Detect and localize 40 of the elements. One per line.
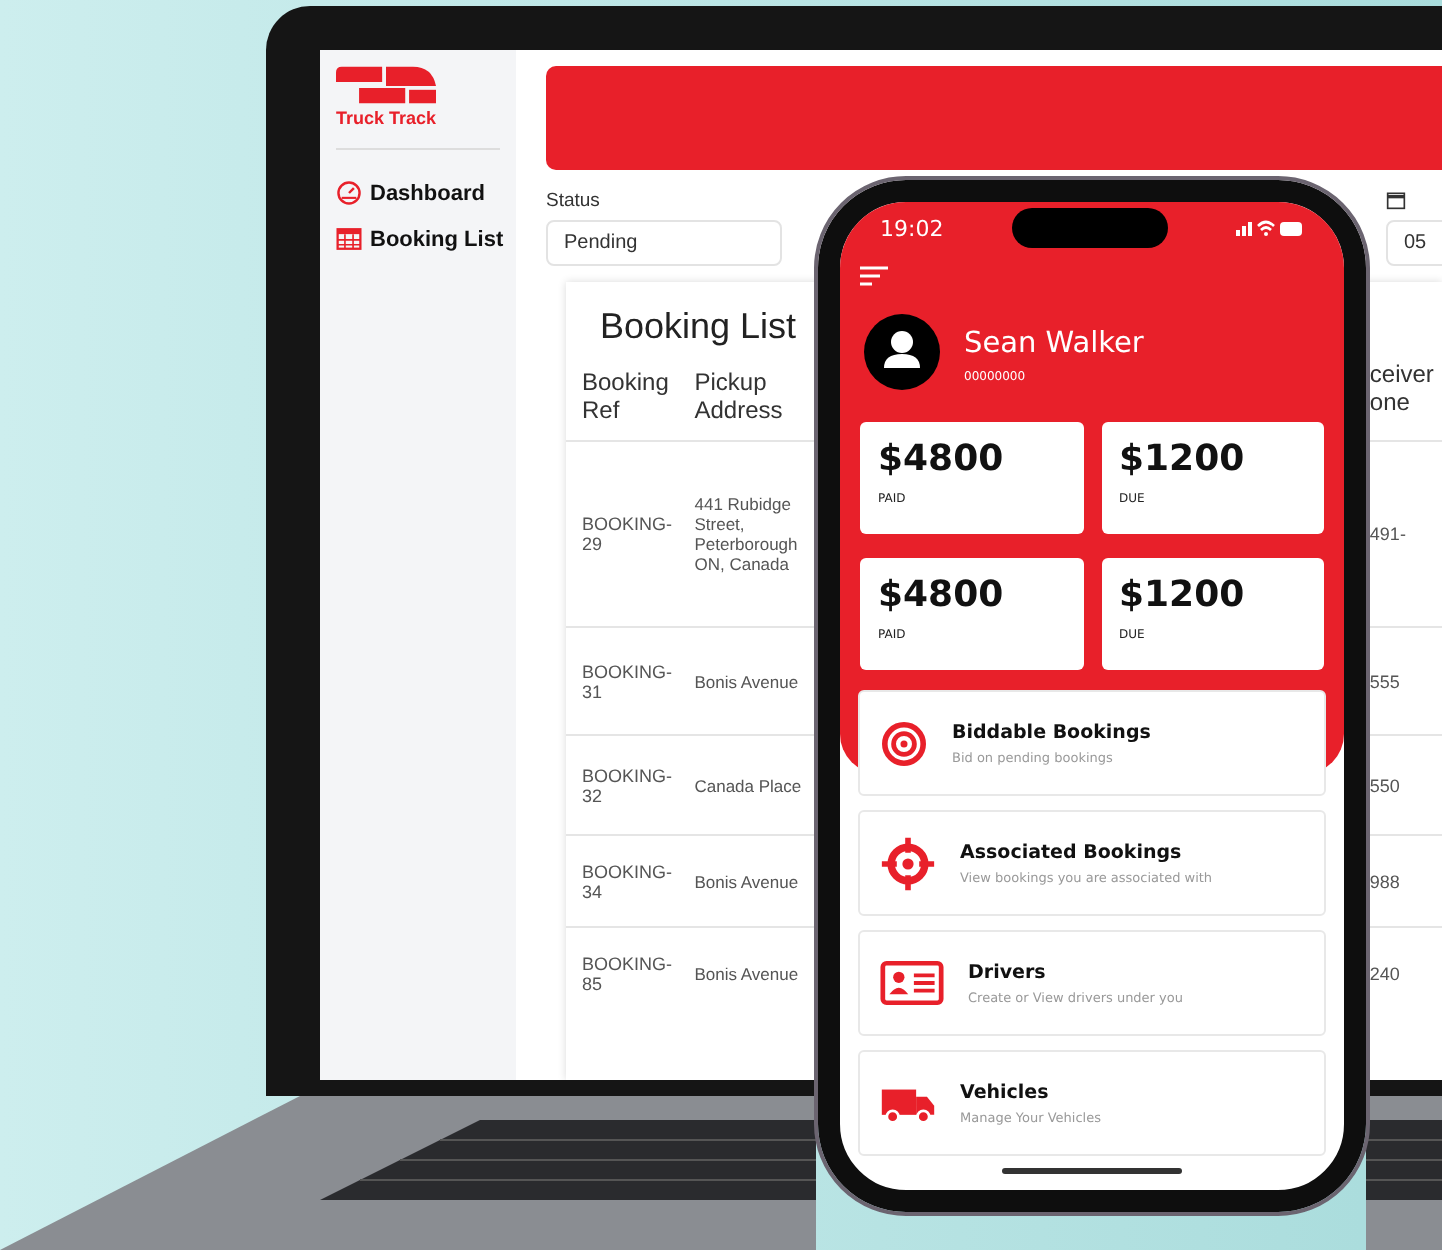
date-field[interactable]: 05 <box>1386 220 1442 266</box>
menu-title: Vehicles <box>960 1081 1051 1103</box>
user-name: Sean Walker <box>964 327 1144 359</box>
table-icon <box>336 226 362 252</box>
status-time: 19:02 <box>880 215 944 241</box>
table-cell: Bonis Avenue <box>686 835 804 927</box>
table-cell: Bonis Avenue <box>686 927 804 1021</box>
menu-title: Biddable Bookings <box>952 721 1151 743</box>
sidebar-item[interactable]: Booking List <box>336 216 500 262</box>
table-cell: BOOKING-29 <box>566 441 687 627</box>
logo-text: Truck Track <box>336 108 437 128</box>
table-cell: BOOKING-31 <box>566 627 687 735</box>
gauge-icon <box>336 180 362 206</box>
status-dropdown[interactable]: Pending <box>546 220 782 266</box>
crosshair-icon <box>880 835 936 891</box>
id-card-icon <box>880 960 944 1006</box>
stat-amount: $4800 <box>878 438 1006 480</box>
menu-icon[interactable] <box>860 266 888 286</box>
menu-title: Associated Bookings <box>960 841 1184 863</box>
stat-amount: $4800 <box>878 574 1006 616</box>
menu-title: Drivers <box>968 961 1048 983</box>
table-cell: Canada Place <box>686 735 804 835</box>
table-cell: BOOKING-85 <box>566 927 687 1021</box>
calendar-icon <box>1386 190 1406 210</box>
table-cell: BOOKING-32 <box>566 735 687 835</box>
table-cell: Bonis Avenue <box>686 627 804 735</box>
stat-amount: $1200 <box>1119 438 1247 480</box>
status-label: Status <box>546 190 602 212</box>
table-cell: 441 Rubidge Street, Peterborough ON, Canada <box>686 441 804 627</box>
status-icons <box>1235 218 1304 238</box>
sidebar-item[interactable]: Dashboard <box>336 170 500 216</box>
target-icon <box>880 719 928 767</box>
column-header: Pickup Address <box>686 360 804 441</box>
truck-logo-icon <box>336 66 436 104</box>
avatar-icon <box>864 314 940 390</box>
stat-amount: $1200 <box>1119 574 1247 616</box>
column-header: Booking Ref <box>566 360 687 441</box>
table-cell: BOOKING-34 <box>566 835 687 927</box>
table-title: Booking List <box>598 304 797 350</box>
column-header: ceiver one <box>1365 360 1442 441</box>
